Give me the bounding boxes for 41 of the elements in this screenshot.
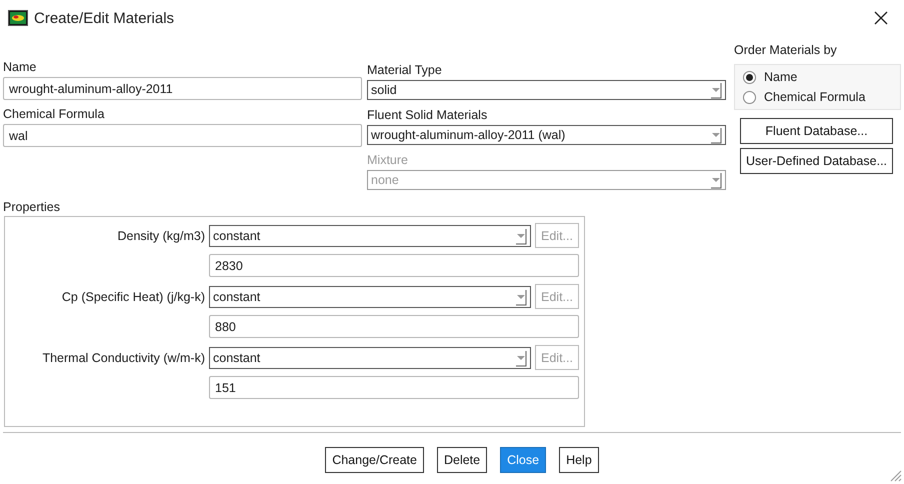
method-dropdown[interactable]: constant (209, 224, 531, 246)
field-label: Material Type (367, 62, 443, 78)
property-label: Thermal Conductivity (w/m-k) (41, 350, 205, 364)
radio-option[interactable]: Name (743, 70, 892, 84)
radio-label: Name (764, 70, 798, 84)
close-icon[interactable] (874, 11, 888, 25)
section-label: Properties (3, 200, 61, 214)
value-field[interactable]: 151 (209, 376, 579, 399)
app-icon (8, 10, 28, 26)
dialog-button[interactable]: Help (559, 447, 599, 473)
caret-icon[interactable] (515, 288, 527, 306)
radio-icon[interactable] (743, 70, 756, 84)
name-field[interactable]: wrought-aluminum-alloy-2011 (3, 77, 362, 100)
dialog-button[interactable]: Close (500, 447, 546, 473)
method-dropdown[interactable]: constant (209, 286, 531, 308)
caret-icon[interactable] (710, 126, 722, 144)
field-label: Name (3, 59, 38, 75)
materials-dropdown[interactable]: wrought-aluminum-alloy-2011 (wal) (367, 125, 726, 145)
group-label: Order Materials by (734, 42, 838, 58)
caret-icon[interactable] (515, 348, 527, 366)
material-type-dropdown[interactable]: solid (367, 80, 726, 100)
caret-icon[interactable] (710, 81, 722, 99)
window-title: Create/Edit Materials (34, 10, 176, 26)
radio-label: Chemical Formula (764, 90, 866, 104)
value-field[interactable]: 2830 (209, 254, 579, 277)
field-label: Chemical Formula (3, 106, 106, 122)
radio-option[interactable]: Chemical Formula (743, 90, 892, 104)
property-label: Cp (Specific Heat) (j/kg-k) (60, 290, 205, 304)
property-label: Density (kg/m3) (116, 228, 205, 242)
method-dropdown[interactable]: constant (209, 346, 531, 368)
field-label: Mixture (367, 152, 409, 168)
database-button[interactable]: User-Defined Database... (740, 148, 893, 174)
resize-grip-icon[interactable] (888, 468, 902, 482)
value-field[interactable]: 880 (209, 315, 579, 338)
radio-icon[interactable] (743, 90, 756, 104)
caret-icon[interactable] (515, 226, 527, 244)
dialog-button[interactable]: Change/Create (325, 447, 424, 473)
field-label: Fluent Solid Materials (367, 107, 488, 123)
dialog-button[interactable]: Delete (436, 447, 488, 473)
database-button[interactable]: Fluent Database... (740, 118, 893, 144)
formula-field[interactable]: wal (3, 124, 362, 147)
